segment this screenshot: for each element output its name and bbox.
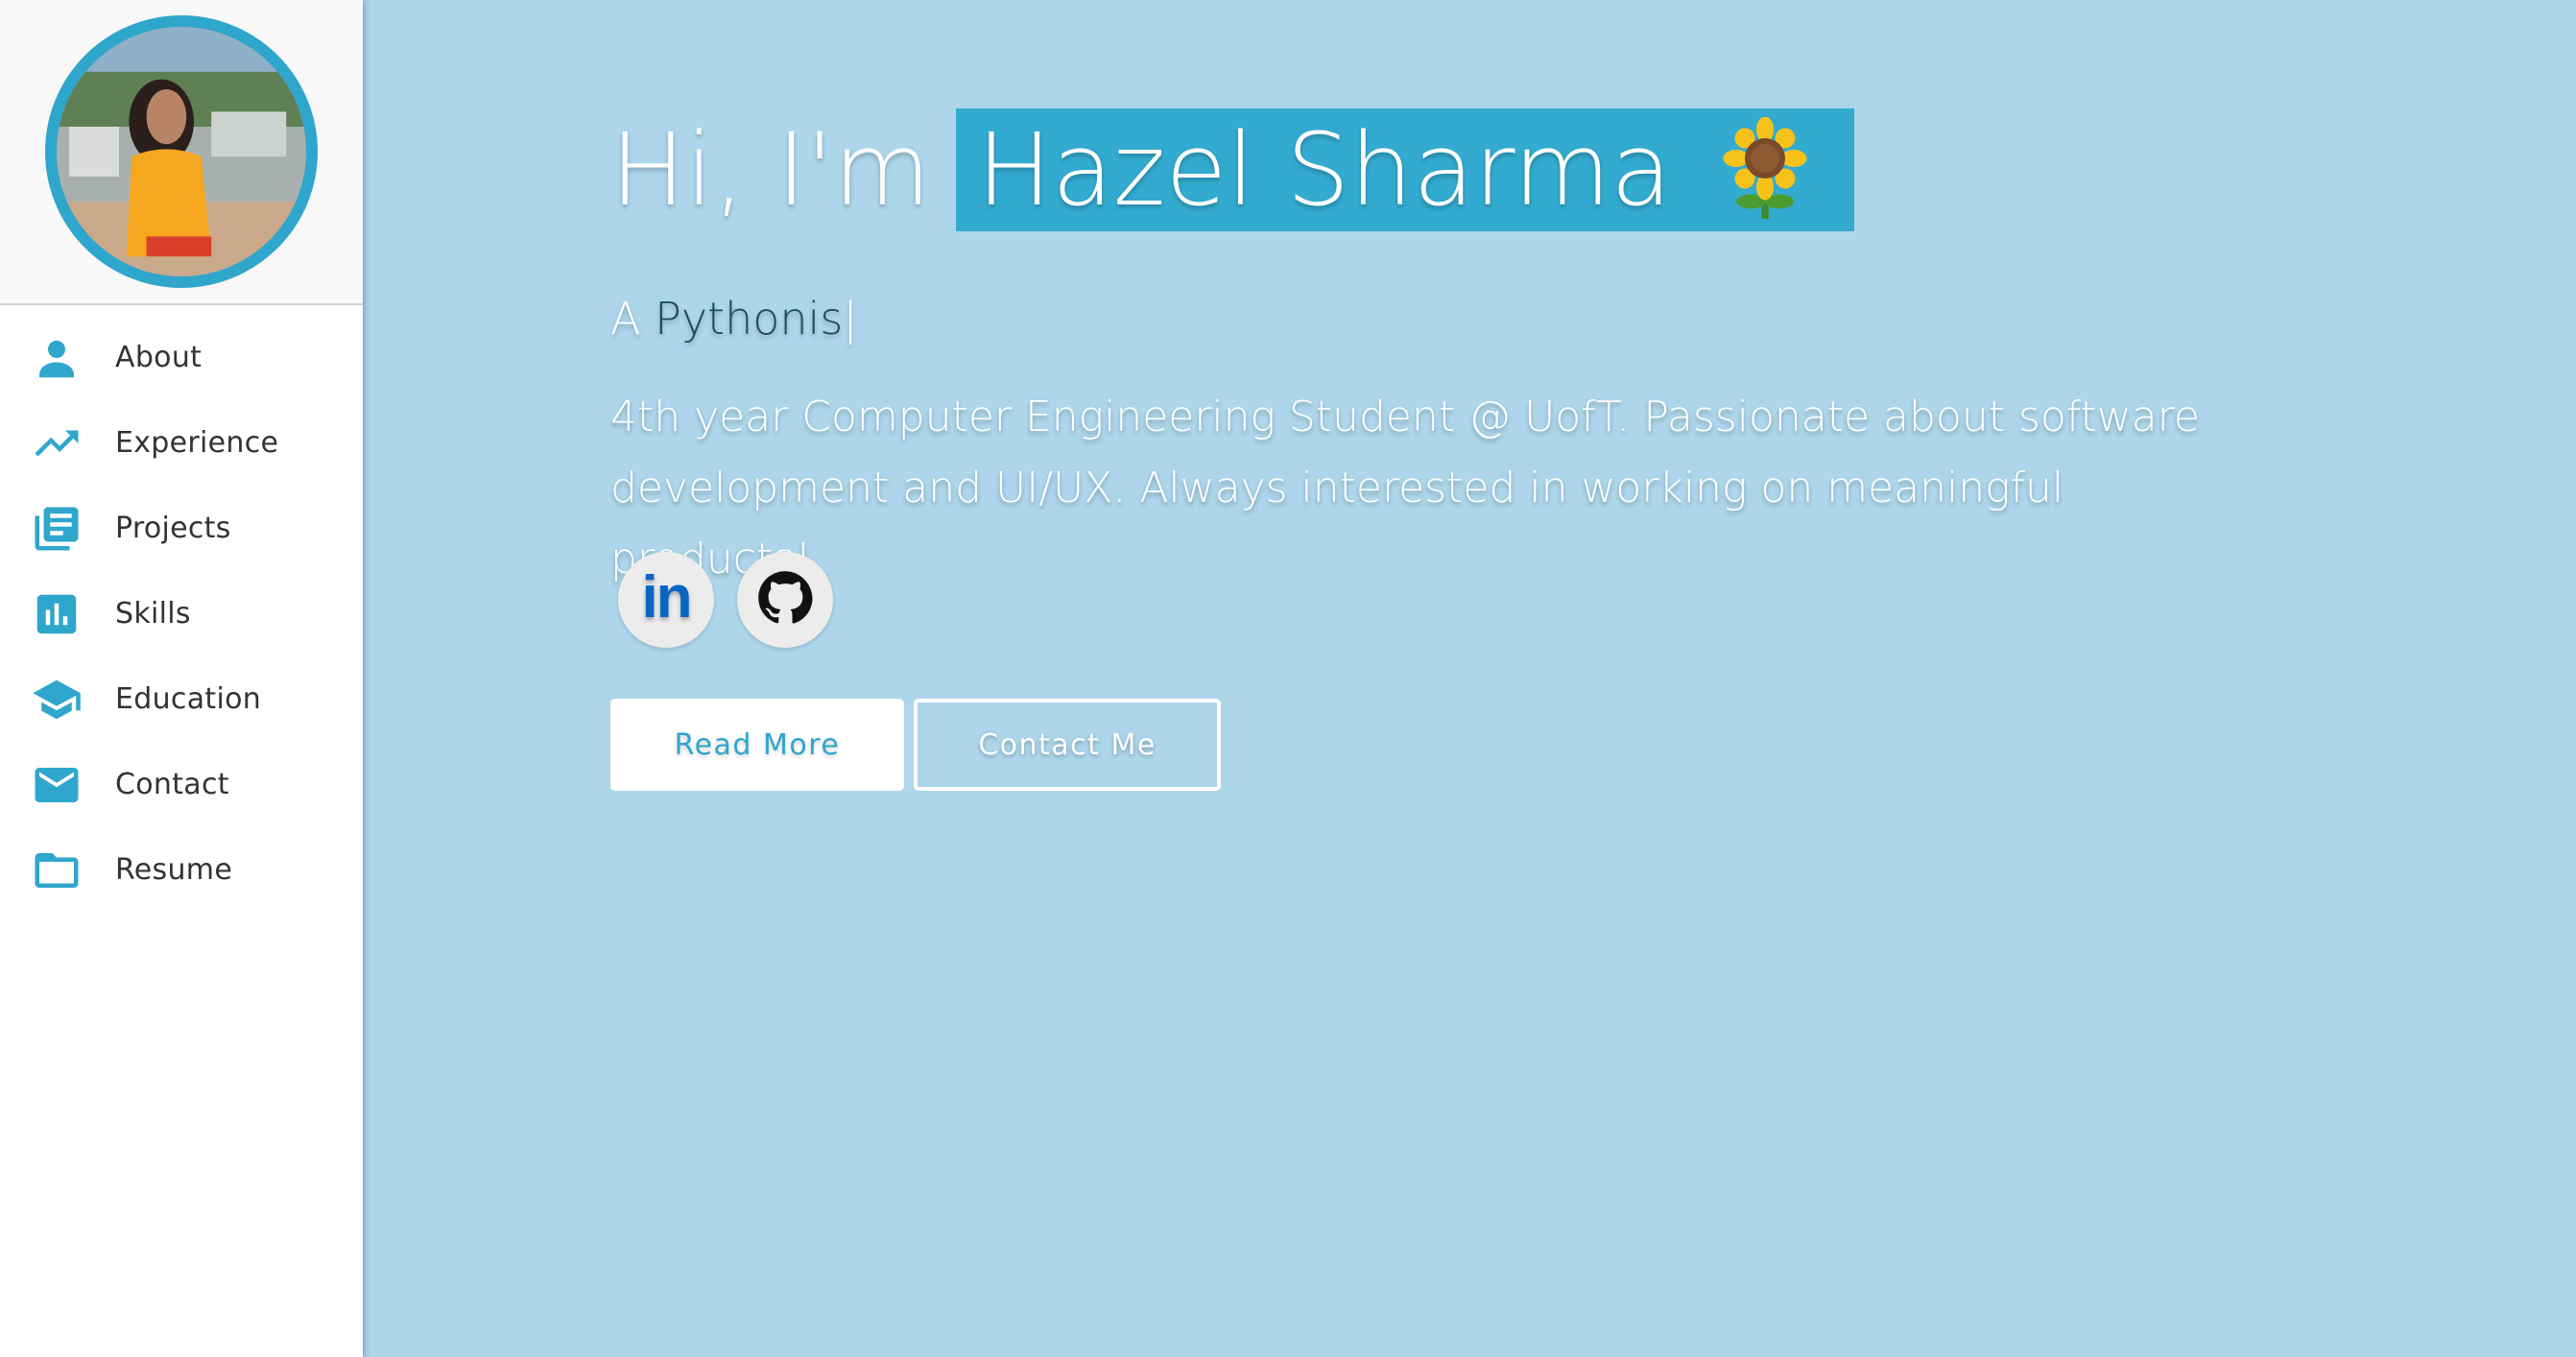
person-icon bbox=[31, 332, 83, 384]
sidebar-item-about[interactable]: About bbox=[0, 315, 363, 400]
sidebar-item-label: Experience bbox=[115, 426, 279, 460]
library-books-icon bbox=[31, 503, 83, 555]
bar-chart-icon bbox=[31, 588, 83, 640]
sidebar-item-resume[interactable]: Resume bbox=[0, 827, 363, 913]
hero-title: Hi, I'm Hazel Sharma bbox=[610, 107, 1854, 232]
typed-role: Pythonis bbox=[655, 293, 844, 345]
hero-greeting: Hi, I'm bbox=[610, 111, 931, 228]
sidebar-item-experience[interactable]: Experience bbox=[0, 400, 363, 486]
linkedin-link[interactable]: in bbox=[618, 552, 714, 648]
hero-name-highlight: Hazel Sharma bbox=[955, 108, 1854, 231]
hero-buttons: Read More Contact Me bbox=[610, 699, 1221, 791]
sidebar-item-label: Resume bbox=[115, 853, 233, 887]
avatar-photo bbox=[57, 27, 306, 276]
github-link[interactable] bbox=[737, 552, 833, 648]
sidebar-item-label: Projects bbox=[115, 512, 231, 545]
sidebar-item-education[interactable]: Education bbox=[0, 656, 363, 742]
hero-bio: 4th year Computer Engineering Student @ … bbox=[610, 393, 2200, 583]
folder-icon bbox=[31, 845, 83, 896]
school-icon bbox=[31, 674, 83, 726]
sidebar-item-label: Skills bbox=[115, 597, 191, 631]
github-icon bbox=[757, 570, 813, 630]
sidebar-item-label: Education bbox=[115, 682, 262, 716]
social-links: in bbox=[618, 552, 833, 648]
sidebar-item-label: Contact bbox=[115, 768, 229, 801]
sidebar-item-projects[interactable]: Projects bbox=[0, 486, 363, 571]
sidebar-item-label: About bbox=[115, 341, 203, 374]
sunflower-icon bbox=[1722, 116, 1808, 223]
mail-icon bbox=[31, 759, 83, 811]
page: About Experience Projects Skills Educati… bbox=[0, 0, 2576, 1357]
hero-subtitle: A Pythonis| bbox=[610, 293, 858, 345]
sidebar-item-contact[interactable]: Contact bbox=[0, 742, 363, 827]
linkedin-icon: in bbox=[641, 563, 692, 631]
contact-me-button[interactable]: Contact Me bbox=[914, 699, 1221, 791]
trending-up-icon bbox=[31, 417, 83, 469]
read-more-button[interactable]: Read More bbox=[610, 699, 904, 791]
subtitle-prefix: A bbox=[610, 293, 641, 345]
hero-name: Hazel Sharma bbox=[976, 111, 1672, 228]
sidebar: About Experience Projects Skills Educati… bbox=[0, 0, 363, 1357]
sidebar-item-skills[interactable]: Skills bbox=[0, 571, 363, 656]
avatar-container bbox=[0, 0, 363, 305]
main-content: Hi, I'm Hazel Sharma A Pythonis| 4th yea… bbox=[365, 0, 2576, 1357]
typing-cursor: | bbox=[843, 293, 858, 345]
sidebar-nav: About Experience Projects Skills Educati… bbox=[0, 305, 363, 913]
avatar[interactable] bbox=[45, 15, 318, 288]
